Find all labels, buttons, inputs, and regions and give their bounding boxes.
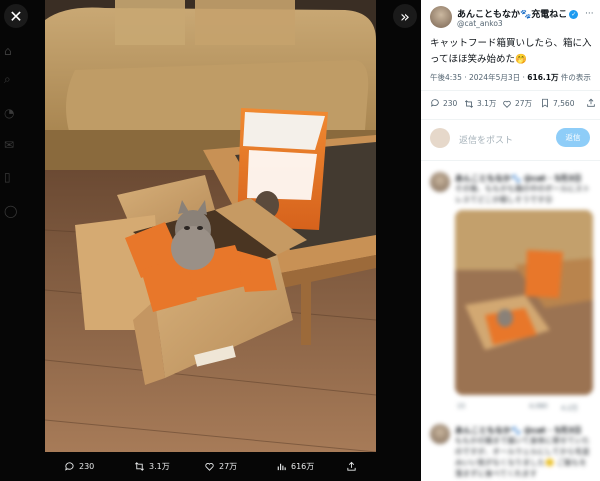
views-icon bbox=[277, 463, 286, 471]
collapse-panel-button[interactable]: » bbox=[393, 4, 417, 28]
repost-stat[interactable]: 3.1万 bbox=[464, 98, 496, 109]
tweet-view-count: 616.1万 bbox=[527, 73, 559, 82]
like-stat-count: 27万 bbox=[515, 99, 533, 108]
tweet-timestamp[interactable]: 午後4:35 · 2024年5月3日 · bbox=[430, 73, 527, 82]
reply-text: ももかの箱まで届いて身体に寄せていたのですが、オールウェルにしてから毛並みいい気… bbox=[455, 436, 590, 478]
tweet-stats-row: 230 3.1万 27万 7,560 bbox=[430, 98, 595, 112]
media-action-bar: 230 3.1万 27万 616万 bbox=[0, 452, 421, 481]
repost-count: 3.1万 bbox=[149, 462, 170, 471]
author-handle[interactable]: @cat_anko3 bbox=[457, 19, 503, 28]
heart-icon bbox=[503, 100, 511, 108]
reply-stats-row: 15 4,080 4.2万 bbox=[457, 402, 593, 412]
reply-action[interactable]: 230 bbox=[64, 461, 94, 472]
bookmark-icon[interactable]: ▯ bbox=[4, 170, 18, 184]
reply-text: その後、ももかも箱の中のボールにストレスてどこか嬉しそうです😊 bbox=[455, 184, 590, 204]
views-action[interactable]: 616万 bbox=[276, 461, 314, 472]
close-button[interactable]: ✕ bbox=[4, 4, 28, 28]
tweet-detail-panel: あんこともなか🐾充電ねこ ✓ @cat_anko3 ··· キャットフード箱買いし… bbox=[421, 0, 600, 481]
notifications-icon[interactable]: ◔ bbox=[4, 106, 18, 120]
more-options-icon[interactable]: ··· bbox=[585, 9, 594, 19]
reply-author-avatar[interactable] bbox=[430, 172, 450, 192]
divider bbox=[421, 119, 600, 120]
reply-submit-button[interactable]: 返信 bbox=[556, 128, 590, 147]
share-icon bbox=[347, 461, 356, 471]
verified-badge-icon: ✓ bbox=[569, 10, 579, 19]
search-icon[interactable]: ⌕ bbox=[4, 72, 18, 86]
reply-stat-count: 230 bbox=[443, 98, 458, 108]
close-icon: ✕ bbox=[9, 6, 23, 26]
like-action[interactable]: 27万 bbox=[204, 461, 237, 472]
share-stat[interactable] bbox=[586, 98, 596, 108]
author-avatar[interactable] bbox=[430, 6, 452, 28]
views-count: 616万 bbox=[291, 462, 315, 471]
tweet-meta: 午後4:35 · 2024年5月3日 · 616.1万 件の表示 bbox=[430, 72, 591, 83]
heart-icon bbox=[205, 463, 214, 471]
my-avatar bbox=[430, 128, 450, 148]
reply-icon bbox=[65, 462, 74, 471]
reply-count: 230 bbox=[79, 462, 95, 471]
like-count: 27万 bbox=[219, 462, 238, 471]
chevron-right-icon: » bbox=[400, 6, 410, 26]
repost-icon bbox=[464, 99, 474, 108]
reply-like-count[interactable]: 4,080 bbox=[529, 402, 548, 410]
reply-photo-scene bbox=[455, 210, 593, 395]
reply-icon bbox=[431, 99, 439, 107]
reply-photo[interactable] bbox=[455, 210, 593, 395]
media-viewer: ⌂ ⌕ ◔ ✉ ▯ ◯ ✕ » 230 3.1万 27万 616万 bbox=[0, 0, 421, 481]
profile-icon[interactable]: ◯ bbox=[4, 204, 18, 218]
share-action[interactable] bbox=[346, 461, 357, 472]
tweet-view-label: 件の表示 bbox=[558, 73, 591, 82]
repost-action[interactable]: 3.1万 bbox=[134, 461, 170, 472]
reply-view-count[interactable]: 4.2万 bbox=[561, 402, 578, 412]
photo-scene bbox=[45, 0, 376, 452]
messages-icon[interactable]: ✉ bbox=[4, 138, 18, 152]
bookmark-stat[interactable]: 7,560 bbox=[540, 98, 574, 108]
tweet-text: キャットフード箱買いしたら、箱に入ってほほ笑み始めた🤭 bbox=[430, 38, 592, 65]
divider bbox=[421, 160, 600, 161]
bookmark-stat-count: 7,560 bbox=[553, 98, 575, 108]
share-icon bbox=[587, 98, 595, 107]
reply-stat[interactable]: 230 bbox=[430, 98, 457, 108]
tweet-photo[interactable] bbox=[45, 0, 376, 452]
reply-author-avatar[interactable] bbox=[430, 424, 450, 444]
repost-stat-count: 3.1万 bbox=[477, 99, 497, 108]
reply-input[interactable]: 返信をポスト bbox=[459, 133, 513, 146]
bookmark-icon bbox=[542, 98, 548, 108]
divider bbox=[421, 90, 600, 91]
home-icon[interactable]: ⌂ bbox=[4, 44, 18, 58]
like-stat[interactable]: 27万 bbox=[502, 98, 532, 109]
repost-icon bbox=[135, 462, 144, 471]
left-nav-rail: ⌂ ⌕ ◔ ✉ ▯ ◯ bbox=[0, 0, 44, 452]
reply-comment-count[interactable]: 15 bbox=[457, 402, 465, 410]
